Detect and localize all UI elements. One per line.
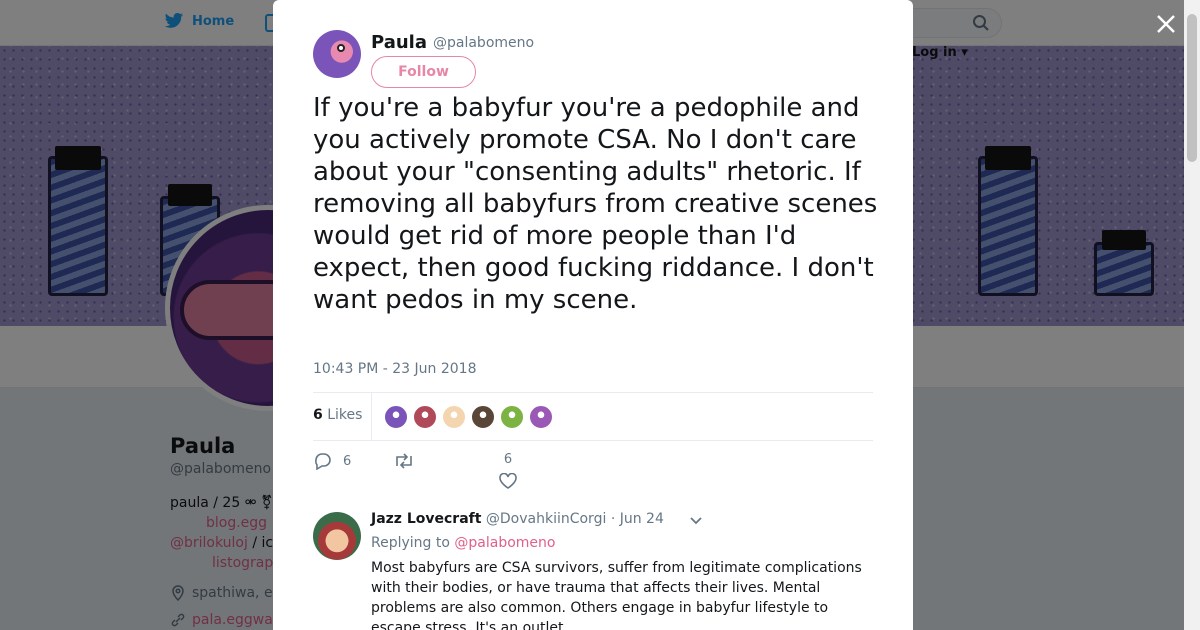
tweet-text: If you're a babyfur you're a pedophile a… bbox=[313, 93, 878, 315]
liker-avatar[interactable] bbox=[500, 405, 524, 429]
tweet-modal: Paula @palabomeno Follow If you're a bab… bbox=[273, 0, 913, 630]
close-icon[interactable] bbox=[1154, 12, 1178, 36]
page-scrollbar[interactable] bbox=[1184, 0, 1200, 630]
author-avatar[interactable] bbox=[313, 30, 361, 78]
replying-to: Replying to @palabomeno bbox=[371, 535, 556, 551]
follow-button[interactable]: Follow bbox=[371, 56, 476, 88]
stats-divider bbox=[371, 393, 372, 441]
reply-author-name[interactable]: Jazz Lovecraft bbox=[371, 511, 481, 527]
liker-avatar[interactable] bbox=[384, 405, 408, 429]
reply-header: Jazz Lovecraft @DovahkiinCorgi · Jun 24 bbox=[371, 511, 664, 527]
liker-avatar[interactable] bbox=[442, 405, 466, 429]
reply-avatar[interactable] bbox=[313, 512, 361, 560]
reply-date[interactable]: · Jun 24 bbox=[611, 511, 664, 527]
heart-icon bbox=[499, 473, 517, 489]
like-count: 6 bbox=[503, 452, 513, 467]
retweet-button[interactable] bbox=[393, 452, 415, 470]
likes-count[interactable]: 6 Likes bbox=[313, 407, 362, 423]
liker-avatar[interactable] bbox=[471, 405, 495, 429]
tweet-stats: 6 Likes bbox=[313, 392, 873, 441]
reply-author-handle[interactable]: @DovahkiinCorgi bbox=[486, 511, 606, 527]
chevron-down-icon[interactable] bbox=[689, 516, 703, 526]
replying-to-handle[interactable]: @palabomeno bbox=[454, 535, 555, 551]
reply-icon bbox=[315, 453, 331, 470]
reply-button[interactable]: 6 bbox=[313, 452, 351, 470]
reply-text: Most babyfurs are CSA survivors, suffer … bbox=[371, 560, 862, 630]
reply-count: 6 bbox=[343, 453, 352, 469]
retweet-icon bbox=[396, 453, 412, 469]
tweet-actions: 6 6 bbox=[313, 452, 873, 496]
like-button[interactable]: 6 bbox=[499, 452, 517, 489]
author-handle[interactable]: @palabomeno bbox=[433, 35, 534, 51]
scrollbar-thumb[interactable] bbox=[1187, 14, 1197, 162]
liker-avatar[interactable] bbox=[413, 405, 437, 429]
tweet-timestamp[interactable]: 10:43 PM - 23 Jun 2018 bbox=[313, 361, 477, 377]
liker-avatar[interactable] bbox=[529, 405, 553, 429]
author-name[interactable]: Paula bbox=[371, 32, 427, 53]
